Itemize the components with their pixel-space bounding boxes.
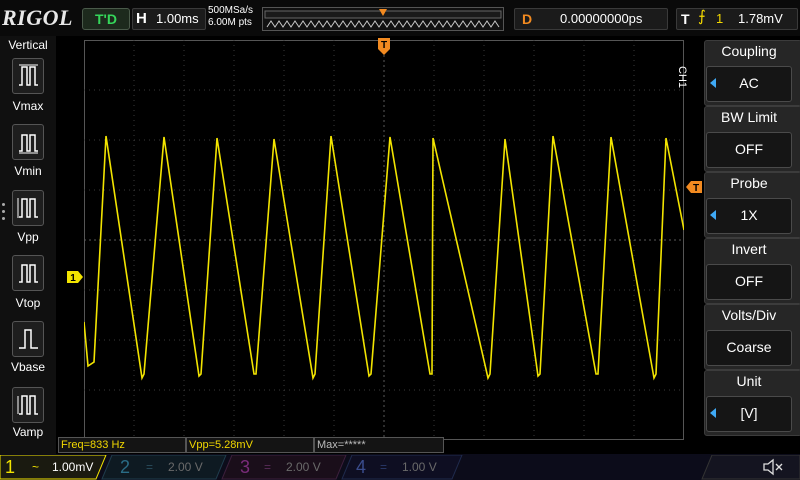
probe-title: Probe [730, 175, 768, 191]
probe-value: 1X [740, 207, 758, 223]
volts-div-title: Volts/Div [721, 307, 777, 323]
vmin-label: Vmin [14, 164, 42, 178]
channel-2-scale[interactable]: 2.00 V [168, 455, 203, 479]
vbase-button[interactable] [12, 321, 44, 357]
memory-depth: 6.00M pts [208, 17, 252, 28]
waveform-display[interactable] [84, 40, 684, 440]
trigger-position-label: T [381, 40, 387, 51]
delay-label: D [522, 11, 533, 27]
volts-div-value: Coarse [726, 339, 772, 355]
vpp-measurement[interactable]: Vpp=5.28mV [186, 437, 314, 453]
vmin-icon [19, 134, 38, 154]
speaker-mute-icon[interactable] [762, 458, 786, 476]
vpp-label: Vpp [17, 230, 39, 244]
vpp-icon [17, 198, 38, 218]
memory-overview-bar[interactable] [262, 7, 504, 31]
channel-3-number[interactable]: 3 [240, 455, 250, 479]
page-dot [2, 203, 5, 206]
vamp-label: Vamp [12, 425, 44, 439]
vmax-button[interactable] [12, 58, 44, 94]
channel-1-number[interactable]: 1 [5, 455, 15, 479]
coupling-title: Coupling [721, 43, 777, 59]
channel-4-number[interactable]: 4 [356, 455, 366, 479]
trigger-label: T [681, 11, 690, 27]
vtop-icon [19, 264, 38, 283]
channel-1-marker-label: 1 [70, 273, 76, 283]
vtop-button[interactable] [12, 255, 44, 291]
vmax-icon [19, 64, 38, 86]
bw-limit-value: OFF [735, 141, 763, 157]
brand-logo: RIGOL [2, 5, 73, 30]
vpp-button[interactable] [12, 190, 44, 226]
trigger-status-badge[interactable]: T'D [82, 8, 130, 30]
channel-1-coupling-icon: ~ [32, 460, 40, 474]
trigger-level-marker-label: T [693, 183, 699, 193]
delay-value: 0.00000000ps [560, 11, 643, 26]
page-dot [2, 217, 5, 220]
channel-1-offset-marker[interactable]: 1 [67, 271, 83, 283]
trigger-position-marker[interactable]: T [378, 38, 390, 56]
vbase-icon [19, 329, 38, 349]
trigger-level-value: 1.78mV [738, 11, 783, 26]
unit-title: Unit [736, 373, 762, 389]
trigger-level-marker[interactable]: T [686, 181, 702, 193]
measurement-category-title: Vertical [8, 38, 48, 52]
channel-2-number[interactable]: 2 [120, 455, 130, 479]
rising-edge-icon: ⨍ [698, 8, 706, 25]
invert-value: OFF [735, 273, 763, 289]
graticule [84, 40, 684, 440]
channel-2-coupling-icon: = [146, 460, 154, 474]
page-dot [2, 210, 5, 213]
max-measurement[interactable]: Max=***** [314, 437, 444, 453]
memory-overview-graphic [264, 9, 502, 28]
vbase-label: Vbase [10, 360, 46, 374]
frequency-measurement[interactable]: Freq=833 Hz [58, 437, 186, 453]
vmax-label: Vmax [12, 99, 44, 113]
channel-3-coupling-icon: = [264, 460, 272, 474]
sample-rate: 500MSa/s [208, 5, 254, 16]
coupling-value: AC [739, 75, 759, 91]
vamp-button[interactable] [12, 387, 44, 423]
channel-3-scale[interactable]: 2.00 V [286, 455, 321, 479]
bw-limit-title: BW Limit [721, 109, 777, 125]
invert-title: Invert [731, 241, 767, 257]
unit-value: [V] [740, 405, 758, 421]
channel-4-scale[interactable]: 1.00 V [402, 455, 437, 479]
channel-menu-tab: CH1 [676, 66, 688, 89]
vamp-icon [17, 395, 38, 415]
timebase-value: 1.00ms [156, 11, 199, 26]
vmin-button[interactable] [12, 124, 44, 160]
vtop-label: Vtop [15, 296, 41, 310]
channel-1-scale[interactable]: 1.00mV [52, 455, 93, 479]
horizontal-label: H [136, 10, 147, 27]
channel-4-coupling-icon: = [380, 460, 388, 474]
trigger-source: 1 [716, 11, 724, 26]
